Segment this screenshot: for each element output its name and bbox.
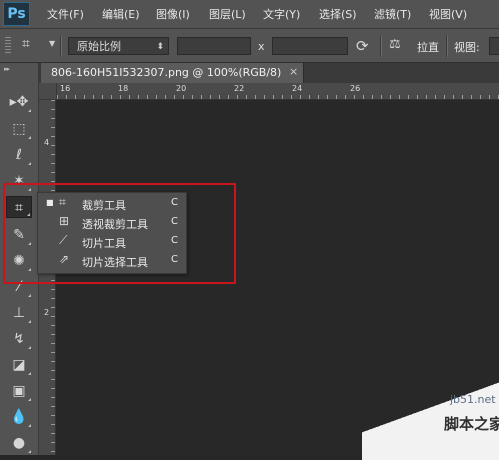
divider [380, 35, 382, 57]
annotation-highlight-box [3, 183, 236, 284]
crop-icon[interactable]: ⌗ [22, 36, 30, 52]
ruler-label: 20 [176, 84, 187, 93]
ruler-corner [39, 83, 57, 100]
marquee-tool-icon[interactable]: ⬚ [6, 118, 32, 140]
options-bar: ⌗ ▼ 原始比例 ⬍ x ⟳ ⚖ 拉直 视图: [0, 29, 499, 63]
document-tab-bar: 806-160H51I532307.png @ 100%(RGB/8) × [39, 63, 499, 83]
ruler-label: 22 [234, 84, 245, 93]
menu-bar: Ps 文件(F) 编辑(E) 图像(I) 图层(L) 文字(Y) 选择(S) 滤… [0, 0, 499, 29]
document-tab-title: 806-160H51I532307.png @ 100%(RGB/8) [51, 66, 282, 79]
swap-icon[interactable]: ⟳ [356, 37, 369, 55]
menu-view[interactable]: 视图(V) [429, 6, 467, 22]
menu-layer[interactable]: 图层(L) [209, 6, 246, 22]
menu-type[interactable]: 文字(Y) [263, 6, 300, 22]
gradient-tool-icon[interactable]: ▣ [6, 380, 32, 402]
straighten-button[interactable]: 拉直 [417, 39, 439, 55]
ratio-select-value: 原始比例 [77, 40, 121, 53]
photoshop-logo: Ps [3, 2, 30, 26]
menu-image[interactable]: 图像(I) [156, 6, 190, 22]
move-tool-icon[interactable]: ▸✥ [6, 91, 32, 113]
stamp-tool-icon[interactable]: ⊥ [6, 302, 32, 324]
menu-file[interactable]: 文件(F) [47, 6, 84, 22]
straighten-icon[interactable]: ⚖ [389, 37, 401, 52]
blur-tool-icon[interactable]: 💧 [6, 406, 32, 428]
history-brush-tool-icon[interactable]: ↯ [6, 328, 32, 350]
eraser-tool-icon[interactable]: ◪ [6, 354, 32, 376]
watermark-url: jb51.net [450, 393, 496, 406]
height-field[interactable] [272, 37, 348, 55]
dimension-separator: x [258, 40, 265, 53]
watermark-name: 脚本之家 [444, 415, 499, 433]
close-icon[interactable]: × [289, 65, 298, 78]
ruler-label: 2 [44, 308, 50, 317]
horizontal-ruler[interactable]: 16 18 20 22 24 26 [57, 83, 499, 100]
ruler-label: 26 [350, 84, 361, 93]
panel-collapse-icon[interactable]: ▸▸ [4, 65, 10, 73]
ruler-label: 18 [118, 84, 129, 93]
ruler-label: 24 [292, 84, 303, 93]
view-select[interactable] [489, 37, 499, 55]
menu-edit[interactable]: 编辑(E) [102, 6, 140, 22]
ruler-label: 16 [60, 84, 71, 93]
menu-filter[interactable]: 滤镜(T) [374, 6, 411, 22]
watermark: jb51.net 脚本之家 [362, 380, 499, 460]
width-field[interactable] [177, 37, 251, 55]
options-grip[interactable] [5, 37, 11, 55]
lasso-tool-icon[interactable]: ℓ [6, 144, 32, 166]
document-tab[interactable]: 806-160H51I532307.png @ 100%(RGB/8) × [41, 63, 304, 83]
ratio-select[interactable]: 原始比例 ⬍ [68, 37, 169, 55]
ruler-label: 4 [44, 138, 50, 147]
divider [60, 35, 62, 57]
chevron-down-icon[interactable]: ▼ [49, 39, 55, 48]
divider [446, 35, 448, 57]
menu-select[interactable]: 选择(S) [319, 6, 357, 22]
stepper-arrows-icon: ⬍ [156, 42, 164, 52]
dodge-tool-icon[interactable]: ● [6, 432, 32, 454]
view-label: 视图: [454, 41, 480, 54]
